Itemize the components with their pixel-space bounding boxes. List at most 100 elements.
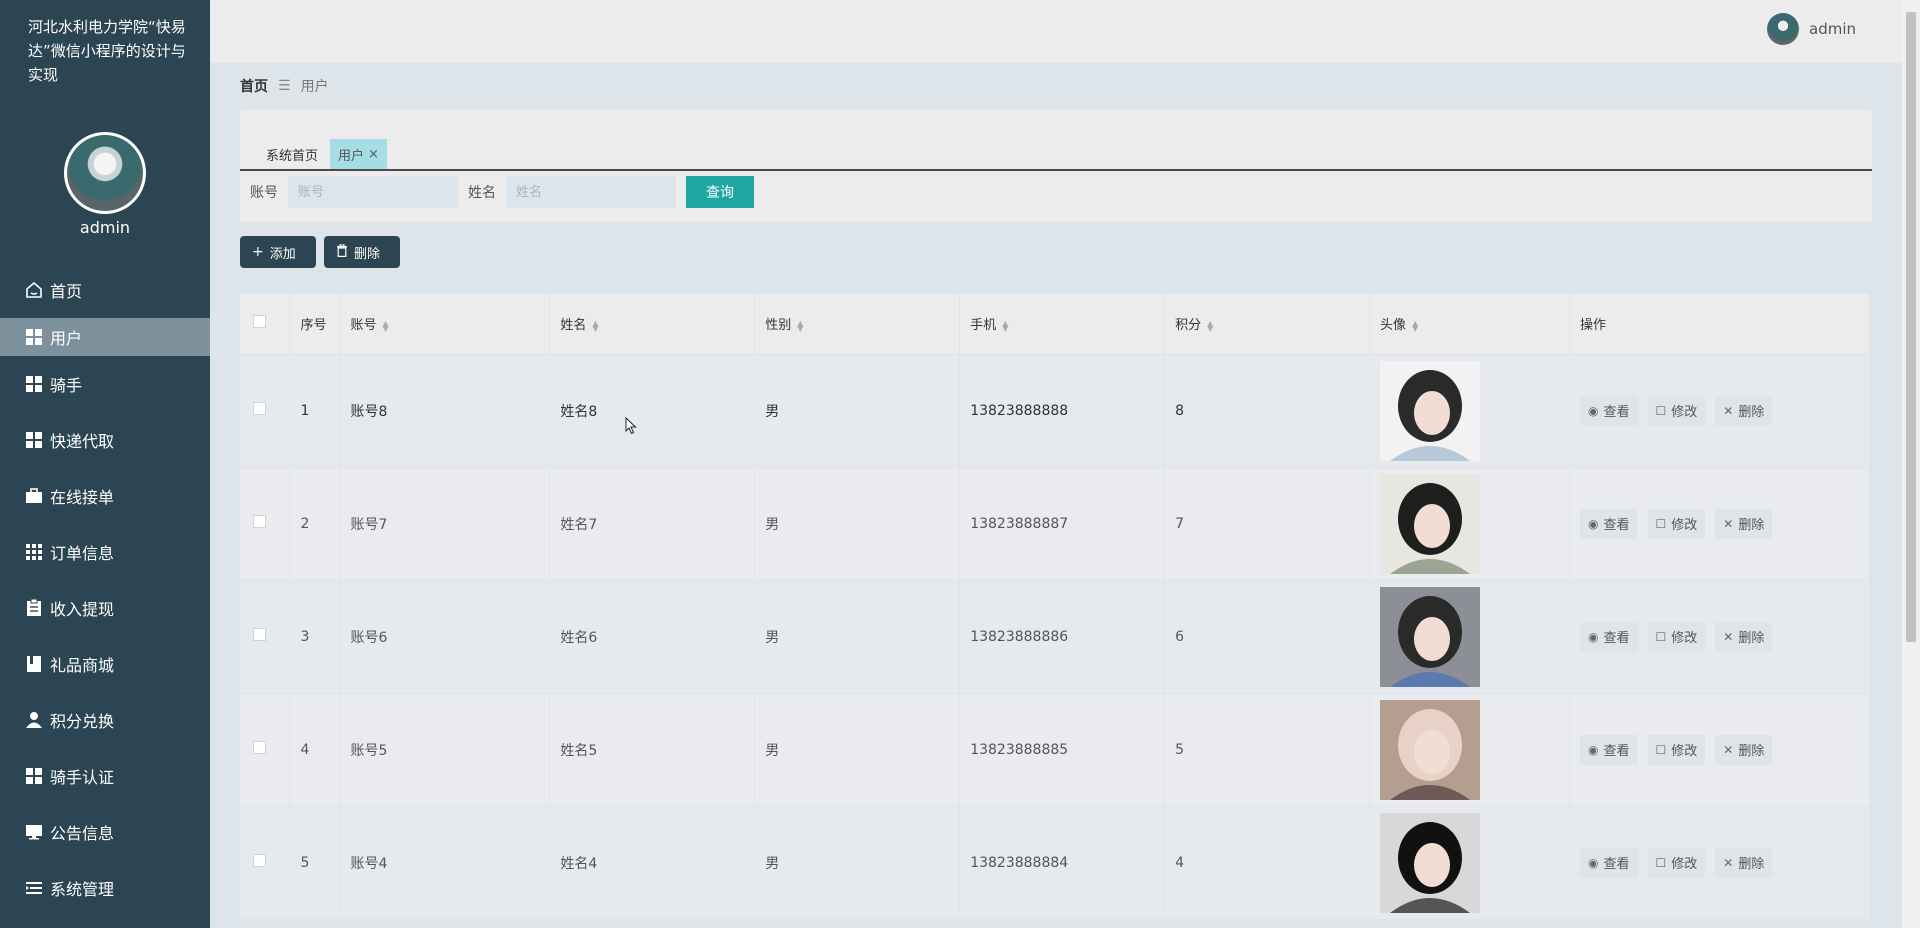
view-label: 查看	[1603, 518, 1630, 533]
breadcrumb-home[interactable]: 首页	[240, 76, 268, 96]
column-header-points[interactable]: 积分 ▲ ▼	[1164, 294, 1371, 354]
sidebar-item-announcements[interactable]: 公告信息	[0, 804, 210, 860]
sidebar-item-riders[interactable]: 骑手	[0, 356, 210, 412]
eye-icon: ◉	[1588, 855, 1599, 870]
row-checkbox[interactable]	[253, 854, 266, 868]
edit-label: 修改	[1671, 518, 1698, 533]
edit-icon: ☐	[1655, 629, 1667, 644]
column-header-gender[interactable]: 性别 ▲ ▼	[754, 294, 961, 354]
view-label: 查看	[1603, 857, 1630, 873]
row-select-cell[interactable]	[240, 467, 291, 580]
breadcrumb: 首页 ☰ 用户	[240, 76, 329, 96]
grid-icon	[24, 374, 44, 394]
sidebar-item-label: 系统管理	[50, 880, 115, 899]
edit-button[interactable]: ☐ 修改	[1647, 847, 1706, 878]
sidebar-item-rider-verification[interactable]: 骑手认证	[0, 748, 210, 804]
name-input[interactable]	[506, 176, 676, 208]
table-row[interactable]: 2 账号7 姓名7 男 13823888887 7 ◉ 查看 ☐ 修改 ✕ 删除	[240, 467, 1870, 580]
sidebar-item-points-exchange[interactable]: 积分兑换	[0, 692, 210, 748]
user-photo[interactable]	[1380, 473, 1481, 574]
sort-icon[interactable]: ▲ ▼	[1207, 319, 1213, 332]
view-button[interactable]: ◉ 查看	[1580, 395, 1638, 426]
cell-no: 2	[289, 467, 341, 580]
sidebar-avatar[interactable]	[64, 132, 146, 214]
row-checkbox[interactable]	[253, 741, 266, 754]
column-header-name[interactable]: 姓名 ▲ ▼	[549, 294, 756, 354]
tab-system-home[interactable]: 系统首页	[258, 139, 326, 169]
sidebar-item-label: 骑手	[50, 376, 83, 395]
edit-button[interactable]: ☐ 修改	[1647, 734, 1706, 765]
cell-actions: ◉ 查看 ☐ 修改 ✕ 删除	[1569, 806, 1870, 919]
sort-icon[interactable]: ▲ ▼	[1002, 319, 1008, 332]
cell-gender: 男	[754, 580, 961, 693]
sort-icon[interactable]: ▲ ▼	[1412, 319, 1418, 332]
row-checkbox[interactable]	[253, 628, 266, 641]
sort-icon[interactable]: ▲ ▼	[592, 319, 598, 332]
delete-row-button[interactable]: ✕ 删除	[1715, 395, 1773, 426]
sidebar-item-system-management[interactable]: 系统管理	[0, 860, 210, 916]
column-header-account[interactable]: 账号 ▲ ▼	[339, 294, 551, 354]
user-photo[interactable]	[1380, 586, 1481, 687]
delete-button[interactable]: 删除	[324, 236, 400, 268]
sidebar-item-home[interactable]: 首页	[0, 262, 210, 318]
column-header-no: 序号	[289, 294, 341, 354]
query-button[interactable]: 查询	[686, 176, 754, 208]
row-checkbox[interactable]	[253, 402, 266, 415]
cell-name: 姓名8	[549, 354, 756, 467]
sidebar-item-label: 骑手认证	[50, 768, 115, 787]
view-button[interactable]: ◉ 查看	[1580, 847, 1638, 878]
view-button[interactable]: ◉ 查看	[1580, 621, 1638, 652]
sidebar-item-users[interactable]: 用户	[0, 318, 210, 356]
delete-label: 删除	[1738, 857, 1765, 873]
view-button[interactable]: ◉ 查看	[1580, 508, 1638, 539]
account-input[interactable]	[288, 176, 458, 208]
tab-users[interactable]: 用户 ×	[330, 139, 387, 169]
column-header-phone[interactable]: 手机 ▲ ▼	[959, 294, 1166, 354]
table-row[interactable]: 4 账号5 姓名5 男 13823888885 5 ◉ 查看 ☐ 修改 ✕ 删除	[240, 693, 1870, 806]
row-checkbox[interactable]	[253, 515, 266, 528]
view-button[interactable]: ◉ 查看	[1580, 734, 1638, 765]
delete-button-label: 删除	[354, 246, 381, 262]
row-select-cell[interactable]	[240, 693, 291, 806]
sidebar-item-gift-shop[interactable]: 礼品商城	[0, 636, 210, 692]
scrollbar-thumb[interactable]	[1906, 12, 1916, 642]
row-select-cell[interactable]	[240, 580, 291, 693]
sidebar-item-order-info[interactable]: 订单信息	[0, 524, 210, 580]
sort-icon[interactable]: ▲ ▼	[382, 319, 388, 332]
table-row[interactable]: 3 账号6 姓名6 男 13823888886 6 ◉ 查看 ☐ 修改 ✕ 删除	[240, 580, 1870, 693]
row-select-cell[interactable]	[240, 806, 291, 919]
user-photo[interactable]	[1380, 812, 1481, 913]
close-icon: ✕	[1723, 629, 1734, 644]
column-header-avatar[interactable]: 头像 ▲ ▼	[1369, 294, 1570, 354]
cell-actions: ◉ 查看 ☐ 修改 ✕ 删除	[1569, 467, 1870, 580]
edit-button[interactable]: ☐ 修改	[1647, 395, 1706, 426]
row-select-cell[interactable]	[240, 354, 291, 467]
delete-row-button[interactable]: ✕ 删除	[1715, 508, 1773, 539]
edit-button[interactable]: ☐ 修改	[1647, 621, 1706, 652]
page-scrollbar[interactable]	[1902, 0, 1920, 928]
sidebar-item-express-pickup[interactable]: 快递代取	[0, 412, 210, 468]
user-photo[interactable]	[1380, 699, 1481, 800]
cell-points: 4	[1164, 806, 1371, 919]
edit-button[interactable]: ☐ 修改	[1647, 508, 1706, 539]
add-button[interactable]: + 添加	[240, 236, 316, 268]
sidebar-item-label: 礼品商城	[50, 656, 115, 675]
filter-card: 系统首页 用户 × 账号 姓名 查询	[240, 110, 1872, 222]
table-row[interactable]: 1 账号8 姓名8 男 13823888888 8 ◉ 查看 ☐ 修改 ✕ 删除	[240, 354, 1870, 467]
avatar[interactable]	[1767, 13, 1799, 45]
delete-row-button[interactable]: ✕ 删除	[1715, 847, 1773, 878]
user-photo[interactable]	[1380, 360, 1481, 461]
user-icon	[24, 710, 44, 730]
top-user-menu[interactable]: admin	[1767, 13, 1856, 45]
delete-row-button[interactable]: ✕ 删除	[1715, 621, 1773, 652]
table-row[interactable]: 5 账号4 姓名4 男 13823888884 4 ◉ 查看 ☐ 修改 ✕ 删除	[240, 806, 1870, 919]
close-icon[interactable]: ×	[368, 147, 379, 162]
sort-icon[interactable]: ▲ ▼	[797, 319, 803, 332]
cell-gender: 男	[754, 693, 961, 806]
sidebar-item-online-orders[interactable]: 在线接单	[0, 468, 210, 524]
delete-row-button[interactable]: ✕ 删除	[1715, 734, 1773, 765]
sidebar-item-income-withdraw[interactable]: 收入提现	[0, 580, 210, 636]
select-all-header[interactable]	[240, 294, 291, 354]
view-label: 查看	[1603, 631, 1630, 646]
select-all-checkbox[interactable]	[253, 315, 266, 329]
